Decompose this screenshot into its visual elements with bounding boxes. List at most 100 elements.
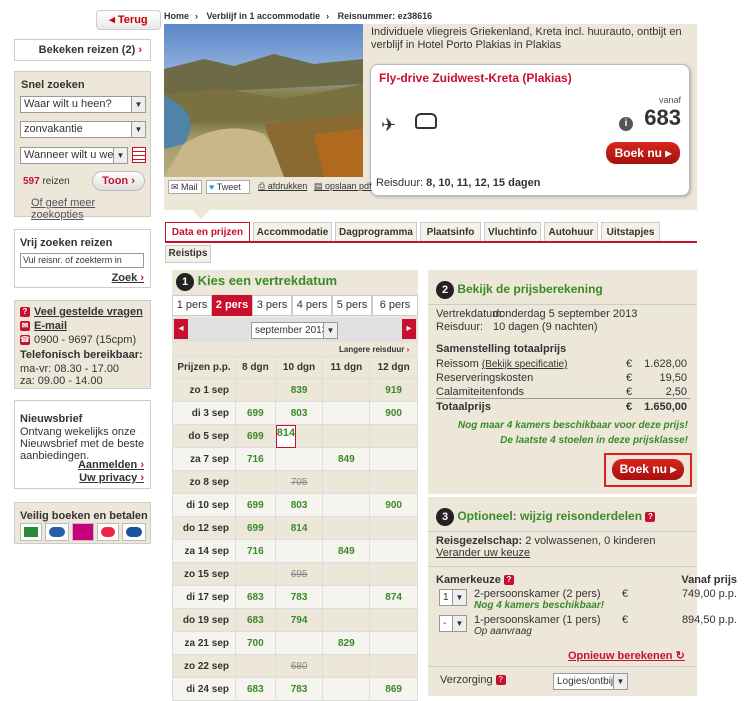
price-cell[interactable]: 699 [235,516,276,540]
price-cell[interactable]: 716 [235,539,276,563]
price-cell[interactable]: 683 [235,677,276,701]
price-cell[interactable]: 869 [369,677,418,701]
price-cell[interactable]: 683 [235,585,276,609]
step2-title: Bekijk de prijsberekening [457,282,603,296]
price-cell [274,539,324,563]
price-cell[interactable]: 783 [274,585,324,609]
back-button[interactable]: ◂ Terug [96,10,161,30]
step3-number: 3 [436,508,454,526]
price-cell[interactable]: 849 [322,447,371,471]
tab-accommodation[interactable]: Accommodatie [253,222,332,242]
calamity-label: Calamiteitenfonds [436,386,525,398]
breadcrumb-stay[interactable]: Verblijf in 1 accommodatie [207,11,321,21]
mail-share-button[interactable]: ✉ Mail [168,180,202,194]
tab-data-prices[interactable]: Data en prijzen [165,222,250,243]
price-cell[interactable]: 803 [274,401,324,425]
price-cell[interactable]: 839 [274,378,324,402]
divider [428,666,697,667]
price-cell[interactable]: 814 [274,516,324,540]
tab-place-info[interactable]: Plaatsinfo [420,222,481,242]
destination-select[interactable]: Waar wilt u heen? ▼ [20,96,146,113]
date-select[interactable]: Wanneer wilt u weg? ▼ [20,147,128,164]
price-cell[interactable]: 900 [369,493,418,517]
recent-trips-link[interactable]: Bekeken reizen (2) › [39,44,142,56]
book-now-button-2[interactable]: Boek nu ▸ [612,459,684,480]
price-cell[interactable]: 794 [274,608,324,632]
price-cell[interactable]: 803 [274,493,324,517]
specification-link[interactable]: (Bekijk specificatie) [482,359,568,370]
tab-travel-tips[interactable]: Reistips [165,245,211,263]
room1-qty-select[interactable]: 1 ▼ [439,589,467,606]
privacy-link[interactable]: Uw privacy › [79,472,144,484]
destination-photo [164,24,363,177]
price-cell[interactable]: 829 [322,631,371,655]
search-link[interactable]: Zoek › [112,272,144,284]
mail-icon: ✉ [20,321,30,332]
pers-3-tab[interactable]: 3 pers [252,295,292,316]
tab-day-program[interactable]: Dagprogramma [335,222,417,242]
result-count-label: reizen [42,176,70,187]
room2-qty-select[interactable]: - ▼ [439,615,467,632]
next-month-icon[interactable]: ▸ [402,319,416,339]
price-cell[interactable]: 716 [235,447,276,471]
price-cell[interactable]: 700 [235,631,276,655]
month-select[interactable]: september 2013 ▼ [251,322,338,339]
price-cell[interactable]: 783 [274,677,324,701]
price-cell [322,585,371,609]
prev-month-icon[interactable]: ◂ [174,319,188,339]
breadcrumb-home[interactable]: Home [164,11,189,21]
price-cell[interactable]: 705 [274,470,324,494]
email-link[interactable]: E-mail [34,320,67,332]
price-cell[interactable]: 695 [274,562,324,586]
newsletter-title: Nieuwsbrief [20,413,83,425]
price-cell[interactable]: 814 [275,425,297,448]
recalculate-link[interactable]: Opnieuw berekenen ↻ [568,649,685,662]
price-cell[interactable]: 900 [369,401,418,425]
pers-6-tab[interactable]: 6 pers [372,295,418,316]
tweet-label: Tweet [216,182,241,192]
change-choice-link[interactable]: Verander uw keuze [436,547,530,559]
pers-2-tab[interactable]: 2 pers [212,295,252,316]
duration-value: 8, 10, 11, 12, 15 dagen [426,177,541,189]
longer-duration-link[interactable]: Langere reisduur [339,345,404,354]
pers-4-tab[interactable]: 4 pers [292,295,332,316]
price-cell[interactable]: 849 [322,539,371,563]
pdf-label: opslaan pdf [325,181,372,191]
info-icon[interactable]: i [619,117,633,131]
help-icon[interactable]: ? [495,675,506,686]
pers-5-tab[interactable]: 5 pers [332,295,372,316]
subscribe-label: Aanmelden [77,459,138,471]
from-price-label: Vanaf prijs [681,574,737,586]
calendar-icon[interactable] [132,147,146,163]
price-cell [322,516,371,540]
price-table: Prijzen p.p. 8 dgn 10 dgn 11 dgn 12 dgn … [172,356,418,701]
subscribe-link[interactable]: Aanmelden › [78,459,144,471]
free-search-title: Vrij zoeken reizen [20,237,113,249]
price-cell[interactable]: 874 [369,585,418,609]
tweet-button[interactable]: ♥ Tweet [206,180,250,194]
price-cell[interactable]: 683 [235,608,276,632]
departure-value: donderdag 5 september 2013 [493,308,638,320]
book-now-button[interactable]: Boek nu ▸ [606,142,680,164]
help-icon[interactable]: ? [645,511,656,522]
price-cell[interactable]: 699 [235,424,276,448]
faq-link[interactable]: Veel gestelde vragen [34,306,143,318]
price-cell[interactable]: 680 [274,654,324,678]
price-cell[interactable]: 919 [369,378,418,402]
tab-flight-info[interactable]: Vluchtinfo [484,222,541,242]
price-cell[interactable]: 699 [235,401,276,425]
board-select[interactable]: Logies/ontbijt ▼ [553,673,628,690]
help-icon[interactable]: ? [503,575,514,586]
pers-1-tab[interactable]: 1 pers [172,295,212,316]
tab-excursions[interactable]: Uitstapjes [601,222,660,242]
pdf-link[interactable]: ▤ opslaan pdf [314,181,372,192]
trip-type-value: zonvakantie [24,123,83,135]
price-cell[interactable]: 699 [235,493,276,517]
show-button[interactable]: Toon › [92,171,145,191]
col-8: 8 dgn [235,356,276,379]
more-options-link[interactable]: Of geef meer zoekopties [31,197,150,221]
trip-type-select[interactable]: zonvakantie ▼ [20,121,146,138]
tab-car-rental[interactable]: Autohuur [544,222,598,242]
search-input[interactable]: Vul reisnr. of zoekterm in [20,253,144,268]
print-link[interactable]: ⎙ afdrukken [258,181,307,192]
